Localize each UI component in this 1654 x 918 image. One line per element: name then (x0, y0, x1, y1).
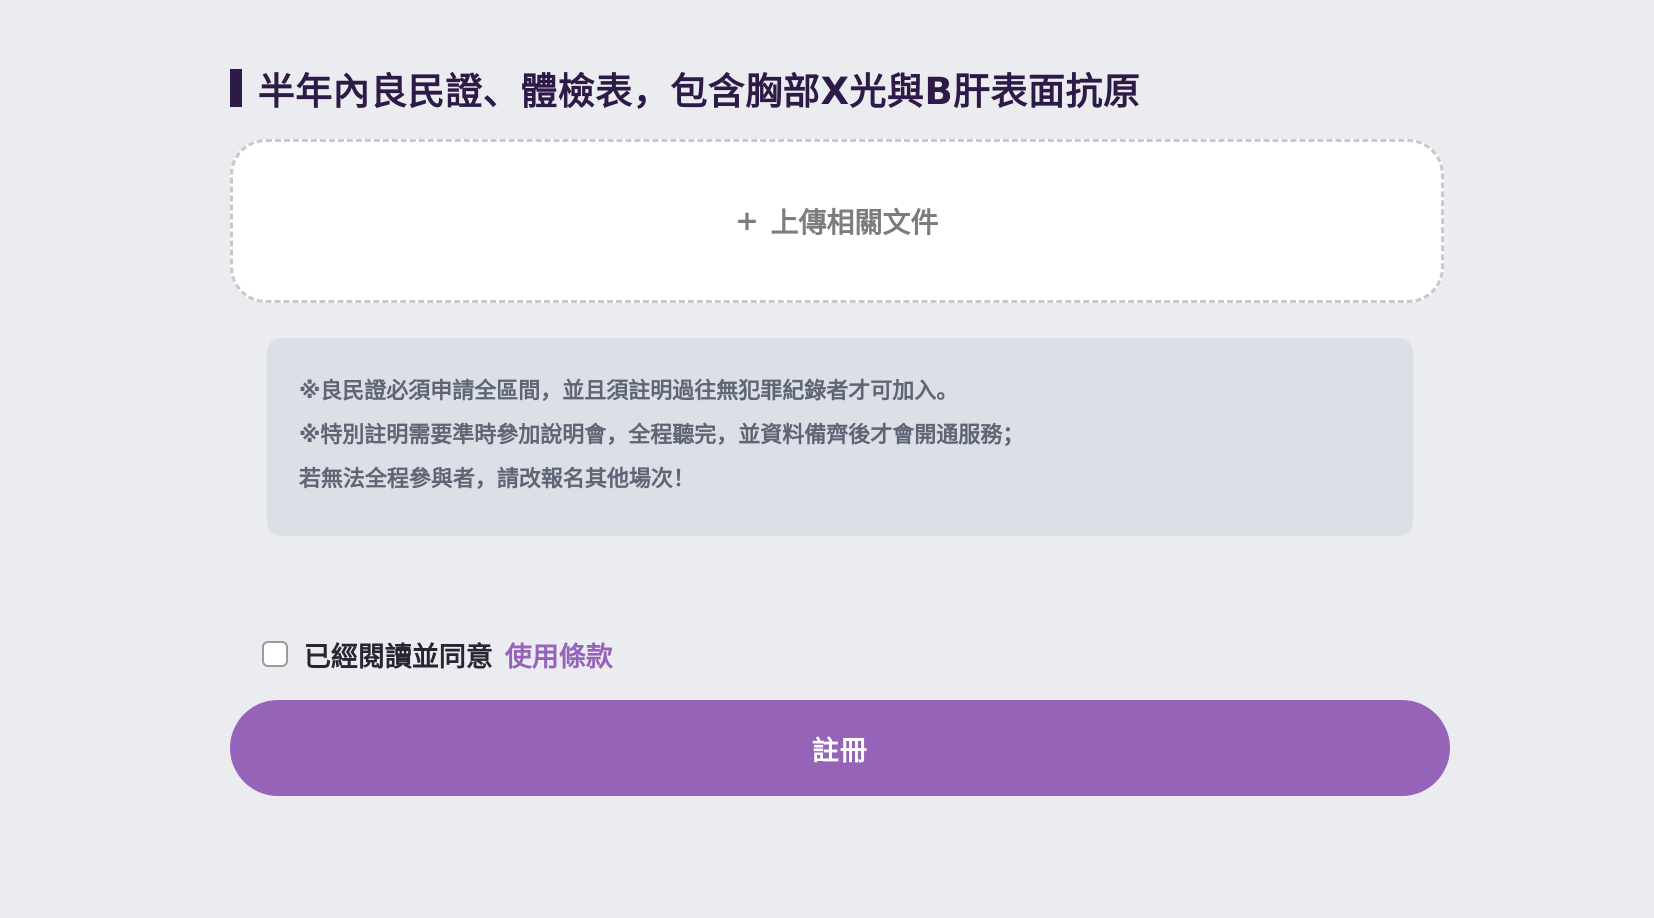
terms-of-use-link[interactable]: 使用條款 (505, 635, 613, 674)
agreement-text: 已經閱讀並同意 (304, 641, 493, 673)
registration-page: 半年內良民證、體檢表，包含胸部X光與B肝表面抗原 + 上傳相關文件 ※良民證必須… (0, 0, 1654, 918)
notice-line: ※特別註明需要準時參加說明會，全程聽完，並資料備齊後才會開通服務； (299, 423, 1025, 448)
notice-box: ※良民證必須申請全區間，並且須註明過往無犯罪紀錄者才可加入。 ※特別註明需要準時… (267, 338, 1413, 536)
title-accent-bar (230, 69, 242, 107)
document-upload-dropzone[interactable]: + 上傳相關文件 (230, 139, 1444, 303)
upload-label: 上傳相關文件 (770, 206, 939, 239)
terms-checkbox[interactable] (262, 641, 288, 667)
notice-line: 若無法全程參與者，請改報名其他場次！ (299, 467, 696, 492)
section-title: 半年內良民證、體檢表，包含胸部X光與B肝表面抗原 (258, 70, 1141, 113)
terms-agreement-row: 已經閱讀並同意 使用條款 (262, 632, 613, 676)
notice-line: ※良民證必須申請全區間，並且須註明過往無犯罪紀錄者才可加入。 (299, 379, 959, 404)
section-heading: 半年內良民證、體檢表，包含胸部X光與B肝表面抗原 (230, 62, 1141, 114)
plus-icon: + (735, 204, 759, 237)
register-button[interactable]: 註冊 (230, 700, 1450, 796)
